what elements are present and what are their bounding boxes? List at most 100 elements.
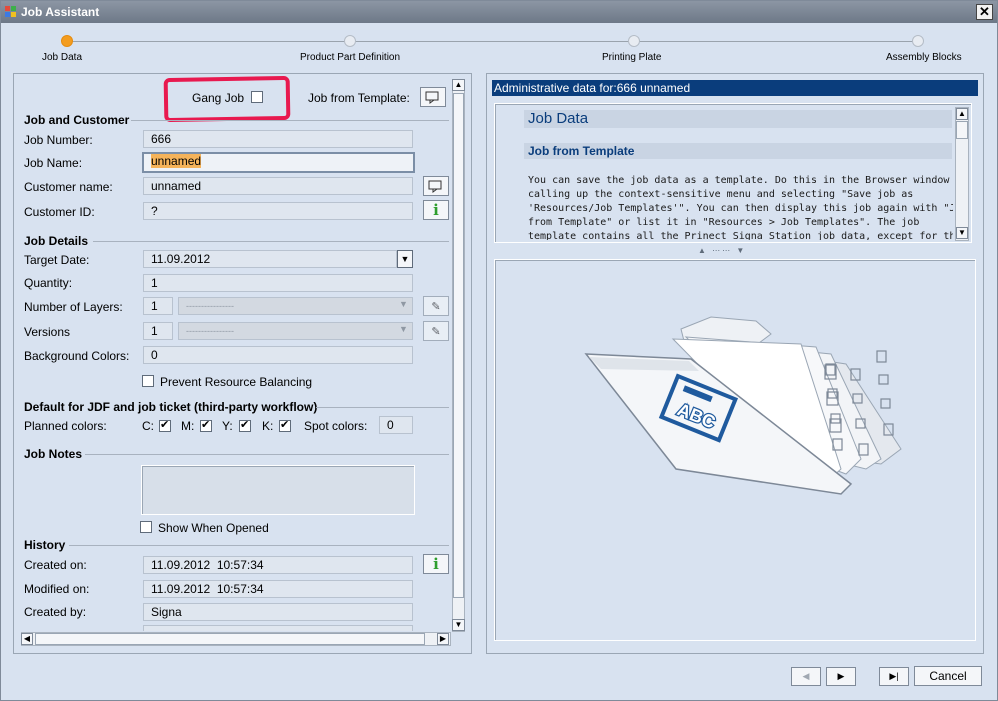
gang-job-checkbox[interactable] [251, 91, 263, 103]
help-line: 'Resources/Job Templates'". You can then… [528, 203, 953, 214]
chevron-down-icon: ▼ [399, 299, 408, 309]
history-info-button[interactable]: i [423, 554, 449, 574]
bg-colors-field[interactable]: 0 [143, 346, 413, 364]
date-dropdown-button[interactable]: ▼ [397, 250, 413, 268]
help-scroll-thumb[interactable] [956, 121, 968, 139]
section-jdf-defaults: Default for JDF and job ticket (third-pa… [24, 400, 318, 414]
created-by-field[interactable]: Signa [143, 603, 413, 621]
title-bar: Job Assistant [1, 1, 997, 23]
help-line: from Template" or list it in "Resources … [528, 217, 920, 228]
chevron-left-icon: ◀ [23, 634, 31, 643]
versions-select[interactable]: ---------------- [178, 322, 413, 340]
show-when-opened-label: Show When Opened [158, 521, 269, 535]
help-heading: Job Data [524, 110, 952, 128]
help-scroll-up-button[interactable]: ▲ [956, 108, 968, 120]
help-line: You can save the job data as a template.… [528, 175, 953, 186]
spot-colors-field[interactable]: 0 [379, 416, 413, 434]
info-icon: i [433, 201, 439, 219]
splitter-handle[interactable]: ▲ ⋯⋯ ▼ [698, 246, 746, 255]
job-number-field[interactable]: 666 [143, 130, 413, 148]
section-job-notes: Job Notes [24, 447, 83, 461]
section-job-details: Job Details [24, 234, 89, 248]
black-checkbox[interactable] [279, 418, 291, 432]
layers-edit-button[interactable]: ✎ [423, 296, 449, 316]
job-name-value: unnamed [151, 154, 202, 168]
step-label-product-part[interactable]: Product Part Definition [300, 52, 400, 63]
magenta-checkbox[interactable] [200, 418, 212, 432]
cancel-button[interactable]: Cancel [914, 666, 982, 686]
scroll-right-button[interactable]: ▶ [437, 633, 449, 645]
help-header: Administrative data for:666 unnamed [492, 80, 978, 96]
bg-colors-label: Background Colors: [24, 349, 130, 363]
job-from-template-label: Job from Template: [308, 91, 410, 105]
help-subheading: Job from Template [524, 143, 952, 159]
step-progress-line [67, 41, 919, 42]
step-dot-job-data[interactable] [61, 35, 73, 47]
section-job-customer: Job and Customer [24, 113, 130, 127]
step-dot-assembly-blocks[interactable] [912, 35, 924, 47]
previous-button[interactable]: ◀ [791, 667, 821, 686]
scroll-up-button[interactable]: ▲ [452, 79, 465, 91]
created-on-field[interactable]: 11.09.2012 10:57:34 [143, 556, 413, 574]
next-button[interactable]: ▶ [826, 667, 856, 686]
magenta-label: M: [181, 419, 195, 433]
scroll-down-button[interactable]: ▼ [452, 619, 465, 631]
layers-label: Number of Layers: [24, 300, 123, 314]
planned-colors-label: Planned colors: [24, 419, 107, 433]
section-history: History [24, 538, 66, 552]
layers-field[interactable]: 1 [143, 297, 173, 315]
job-name-field[interactable]: unnamed [142, 152, 415, 173]
cyan-label: C: [142, 419, 154, 433]
vertical-scroll-thumb[interactable] [453, 93, 464, 598]
step-dot-product-part[interactable] [344, 35, 356, 47]
versions-field[interactable]: 1 [143, 322, 173, 340]
show-when-opened-checkbox[interactable] [140, 521, 152, 533]
clipped-field [143, 625, 413, 631]
step-label-assembly-blocks[interactable]: Assembly Blocks [886, 52, 962, 63]
prevent-balancing-checkbox[interactable] [142, 375, 154, 387]
chevron-up-icon: ▲ [958, 109, 966, 118]
step-label-printing-plate[interactable]: Printing Plate [602, 52, 661, 63]
customer-id-field[interactable]: ? [143, 202, 413, 220]
target-date-field[interactable]: 11.09.2012 [143, 250, 397, 268]
scroll-left-button[interactable]: ◀ [21, 633, 33, 645]
edit-icon: ✎ [431, 325, 441, 338]
last-step-button[interactable]: ▶| [879, 667, 909, 686]
chevron-up-icon: ▲ [454, 80, 463, 89]
quantity-field[interactable]: 1 [143, 274, 413, 292]
section-divider [93, 241, 449, 242]
spot-colors-label: Spot colors: [304, 419, 368, 433]
help-body: You can save the job data as a template.… [528, 174, 953, 240]
layers-select[interactable]: ---------------- [178, 297, 413, 315]
horizontal-scroll-thumb[interactable] [35, 633, 425, 645]
help-line: calling up the context-sensitive menu an… [528, 189, 914, 200]
cyan-checkbox[interactable] [159, 418, 171, 432]
help-line: template contains all the Prinect Signa … [528, 231, 953, 240]
chevron-down-icon: ▼ [958, 228, 966, 237]
template-icon [425, 91, 439, 104]
step-label-job-data[interactable]: Job Data [42, 52, 82, 63]
section-divider [69, 545, 449, 546]
black-label: K: [262, 419, 274, 433]
folder-illustration: ABC [584, 316, 902, 495]
step-dot-printing-plate[interactable] [628, 35, 640, 47]
chevron-right-icon: ▶ [439, 634, 447, 643]
customer-id-label: Customer ID: [24, 205, 95, 219]
app-icon [5, 6, 17, 18]
close-button[interactable]: ✕ [976, 4, 993, 20]
customer-name-field[interactable]: unnamed [143, 177, 413, 195]
modified-on-field[interactable]: 11.09.2012 10:57:34 [143, 580, 413, 598]
section-divider [85, 454, 449, 455]
job-number-label: Job Number: [24, 133, 93, 147]
yellow-checkbox[interactable] [239, 418, 251, 432]
job-notes-textarea[interactable] [141, 465, 415, 515]
gang-job-label: Gang Job [192, 91, 245, 105]
job-from-template-button[interactable] [420, 87, 446, 107]
versions-edit-button[interactable]: ✎ [423, 321, 449, 341]
yellow-label: Y: [222, 419, 233, 433]
customer-select-button[interactable] [423, 176, 449, 196]
info-icon: i [433, 555, 439, 573]
customer-info-button[interactable]: i [423, 200, 449, 220]
help-scroll-down-button[interactable]: ▼ [956, 227, 968, 239]
section-divider [316, 407, 449, 408]
